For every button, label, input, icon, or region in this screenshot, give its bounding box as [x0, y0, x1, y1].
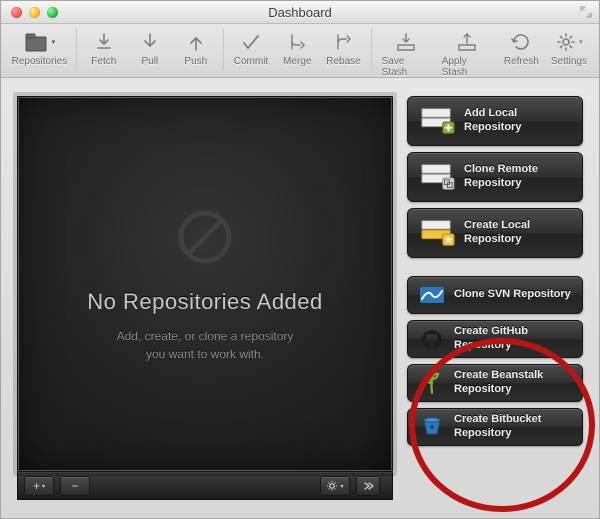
rebase-icon	[332, 28, 354, 56]
settings-button[interactable]: ▾ Settings	[545, 28, 593, 67]
toolbar: ▾ Repositories Fetch Pull Push Commit	[1, 24, 599, 78]
apply-stash-button[interactable]: Apply Stash	[436, 28, 498, 78]
empty-state: No Repositories Added Add, create, or cl…	[17, 96, 393, 472]
actions-column: Add Local Repository Clone Remote Reposi…	[407, 96, 583, 500]
rebase-button[interactable]: Rebase	[320, 28, 366, 67]
commit-icon	[240, 28, 262, 56]
action-label: Clone SVN Repository	[454, 288, 571, 302]
fullscreen-button[interactable]	[579, 5, 593, 19]
titlebar: Dashboard	[1, 0, 599, 24]
action-label: Create Beanstalk Repository	[454, 369, 572, 397]
repositories-icon: ▾	[24, 28, 56, 56]
create-github-repo-button[interactable]: Create GitHub Repository	[407, 320, 583, 358]
svn-icon	[418, 283, 446, 307]
beanstalk-icon	[418, 371, 446, 395]
add-repo-button[interactable]: +▾	[24, 476, 54, 496]
clone-svn-repo-button[interactable]: Clone SVN Repository	[407, 276, 583, 314]
fetch-button[interactable]: Fetch	[81, 28, 127, 67]
settings-icon: ▾	[555, 28, 583, 56]
app-window: Dashboard ▾ Repositories Fetch Pull	[0, 0, 600, 519]
toolbar-divider	[223, 30, 224, 70]
repo-list-panel: No Repositories Added Add, create, or cl…	[17, 96, 393, 500]
content-area: No Repositories Added Add, create, or cl…	[1, 78, 599, 518]
empty-heading: No Repositories Added	[87, 289, 323, 315]
view-options-button[interactable]: ▾	[320, 476, 350, 496]
right-group: Refresh ▾ Settings	[498, 28, 593, 67]
action-label: Clone Remote Repository	[464, 163, 572, 191]
save-stash-icon	[395, 28, 417, 56]
repositories-button[interactable]: ▾ Repositories	[7, 28, 72, 67]
remote-group: Fetch Pull Push	[81, 28, 219, 67]
drive-create-icon	[418, 216, 456, 250]
bitbucket-icon	[418, 415, 446, 439]
add-local-repo-button[interactable]: Add Local Repository	[407, 96, 583, 146]
minimize-window-button[interactable]	[29, 7, 40, 18]
window-title: Dashboard	[1, 5, 599, 20]
apply-stash-icon	[456, 28, 478, 56]
pull-button[interactable]: Pull	[127, 28, 173, 67]
refresh-button[interactable]: Refresh	[498, 28, 545, 67]
empty-description: Add, create, or clone a repository you w…	[117, 327, 294, 363]
more-button[interactable]	[356, 476, 380, 496]
create-local-repo-button[interactable]: Create Local Repository	[407, 208, 583, 258]
create-bitbucket-repo-button[interactable]: Create Bitbucket Repository	[407, 408, 583, 446]
action-label: Create Local Repository	[464, 219, 572, 247]
window-controls	[1, 7, 58, 18]
no-entry-icon	[173, 205, 237, 269]
zoom-window-button[interactable]	[47, 7, 58, 18]
toolbar-divider	[371, 30, 372, 70]
push-icon	[185, 28, 207, 56]
push-button[interactable]: Push	[173, 28, 219, 67]
commit-button[interactable]: Commit	[228, 28, 274, 67]
create-beanstalk-repo-button[interactable]: Create Beanstalk Repository	[407, 364, 583, 402]
local-group: Commit Merge Rebase	[228, 28, 367, 67]
action-label: Create GitHub Repository	[454, 325, 572, 353]
toolbar-divider	[76, 30, 77, 70]
fetch-icon	[93, 28, 115, 56]
merge-button[interactable]: Merge	[274, 28, 320, 67]
close-window-button[interactable]	[11, 7, 22, 18]
action-label: Add Local Repository	[464, 107, 572, 135]
action-label: Create Bitbucket Repository	[454, 413, 572, 441]
merge-icon	[286, 28, 308, 56]
stash-group: Save Stash Apply Stash	[376, 28, 498, 78]
refresh-icon	[510, 28, 532, 56]
github-icon	[418, 327, 446, 351]
repo-list-toolbar: +▾ − ▾	[17, 472, 393, 500]
clone-remote-repo-button[interactable]: Clone Remote Repository	[407, 152, 583, 202]
pull-icon	[139, 28, 161, 56]
drive-clone-icon	[418, 160, 456, 194]
drive-add-icon	[418, 104, 456, 138]
repositories-label: Repositories	[12, 56, 68, 67]
remove-repo-button[interactable]: −	[60, 476, 90, 496]
save-stash-button[interactable]: Save Stash	[376, 28, 436, 78]
